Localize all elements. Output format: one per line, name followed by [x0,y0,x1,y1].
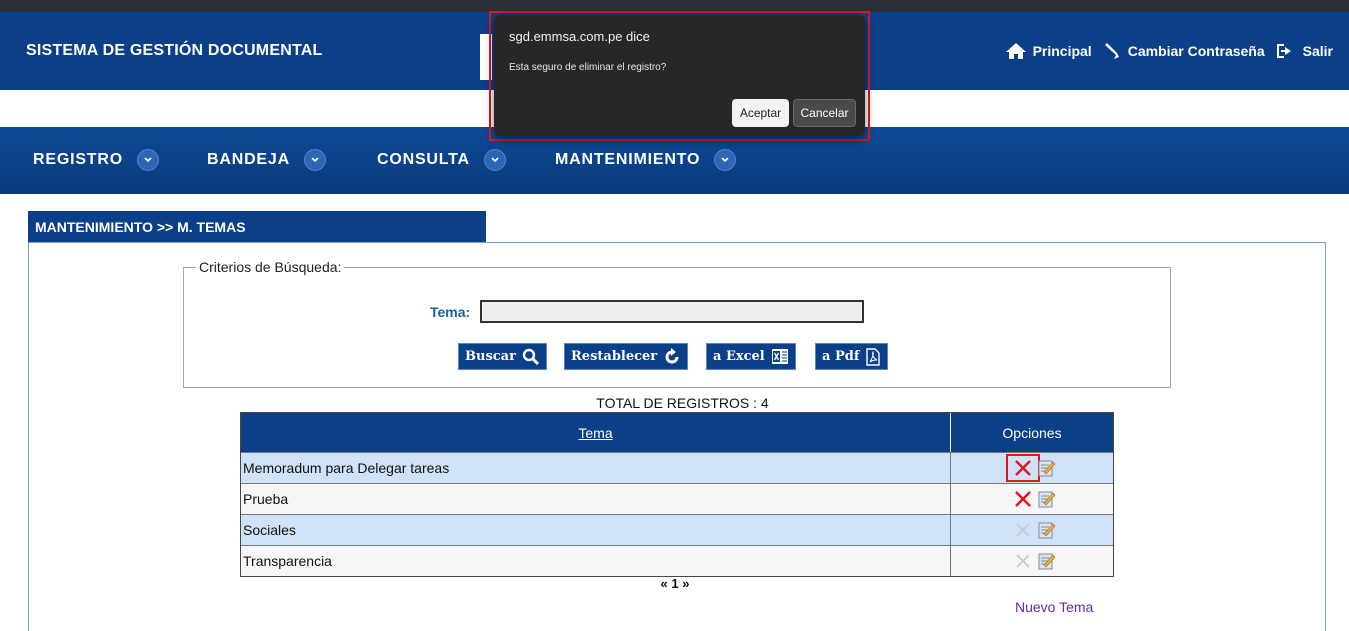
aceptar-button[interactable]: Aceptar [732,99,789,127]
menu-consulta-label: CONSULTA [377,151,470,168]
menu-registro-label: REGISTRO [33,151,123,168]
principal-label: Principal [1032,43,1092,59]
cambiar-contrasena-label: Cambiar Contraseña [1127,43,1265,59]
pdf-button[interactable]: a Pdf [815,343,889,370]
total-records: TOTAL DE REGISTROS : 4 [596,395,769,411]
edit-icon[interactable] [1036,518,1058,542]
menu-mantenimiento[interactable]: MANTENIMIENTO [555,149,737,171]
opciones-column-header: Opciones [1002,424,1062,441]
table-row: Memoradum para Delegar tareas [241,452,1113,483]
chevron-down-icon [136,149,159,171]
tema-cell: Prueba [241,484,951,514]
delete-icon[interactable] [1006,454,1040,482]
pdf-icon [865,347,881,366]
nuevo-tema-link[interactable]: Nuevo Tema [1015,599,1093,615]
tema-cell: Sociales [241,515,951,545]
chevron-down-icon [714,149,737,171]
restablecer-label: Restablecer [571,349,658,364]
restablecer-button[interactable]: Restablecer [564,343,689,370]
refresh-icon [663,347,681,366]
chevron-down-icon [303,149,326,171]
tema-label: Tema: [430,304,471,320]
confirm-dialog: sgd.emmsa.com.pe dice Esta seguro de eli… [494,15,865,136]
menu-bandeja-label: BANDEJA [207,151,290,168]
options-cell [951,453,1113,483]
menu-mantenimiento-label: MANTENIMIENTO [555,151,701,168]
excel-label: a Excel [713,349,765,364]
pdf-label: a Pdf [822,349,860,364]
tema-column-header[interactable]: Tema [241,413,951,452]
pagination[interactable]: « 1 » [640,576,710,591]
options-cell [951,546,1113,576]
edit-icon[interactable] [1036,549,1058,573]
table-header: Tema Opciones [241,413,1113,452]
app-title: SISTEMA DE GESTIÓN DOCUMENTAL [26,42,323,59]
buscar-label: Buscar [465,349,516,364]
breadcrumb: MANTENIMIENTO >> M. TEMAS [28,211,486,242]
temas-table: Tema Opciones Memoradum para Delegar tar… [240,412,1114,577]
menu-consulta[interactable]: CONSULTA [377,149,506,171]
logout-icon [1275,42,1297,60]
search-legend: Criterios de Búsqueda: [196,259,345,275]
options-cell [951,515,1113,545]
delete-disabled-icon [1006,516,1040,544]
dialog-message: Esta seguro de eliminar el registro? [509,62,667,73]
edit-icon[interactable] [1036,456,1058,480]
edit-icon[interactable] [1036,487,1058,511]
options-cell [951,484,1113,514]
tema-cell: Transparencia [241,546,951,576]
delete-icon[interactable] [1006,485,1040,513]
menu-registro[interactable]: REGISTRO [33,149,159,171]
principal-link[interactable]: Principal [1005,42,1092,60]
cancelar-button[interactable]: Cancelar [793,99,856,127]
home-icon [1005,42,1027,60]
excel-button[interactable]: a Excel [706,343,796,370]
tema-search-input[interactable] [480,300,864,323]
key-icon [1102,42,1122,60]
table-row: Prueba [241,483,1113,514]
search-icon [522,348,540,366]
chevron-down-icon [483,149,506,171]
table-row: Sociales [241,514,1113,545]
table-row: Transparencia [241,545,1113,576]
salir-label: Salir [1302,43,1333,59]
tema-cell: Memoradum para Delegar tareas [241,453,951,483]
menu-bandeja[interactable]: BANDEJA [207,149,326,171]
buscar-button[interactable]: Buscar [458,343,547,370]
header-links: Principal Cambiar Contraseña Salir [1005,42,1333,60]
dialog-host: sgd.emmsa.com.pe dice [509,29,650,44]
delete-disabled-icon [1006,547,1040,575]
cambiar-contrasena-link[interactable]: Cambiar Contraseña [1102,42,1265,60]
salir-link[interactable]: Salir [1275,42,1333,60]
excel-icon [771,348,789,365]
